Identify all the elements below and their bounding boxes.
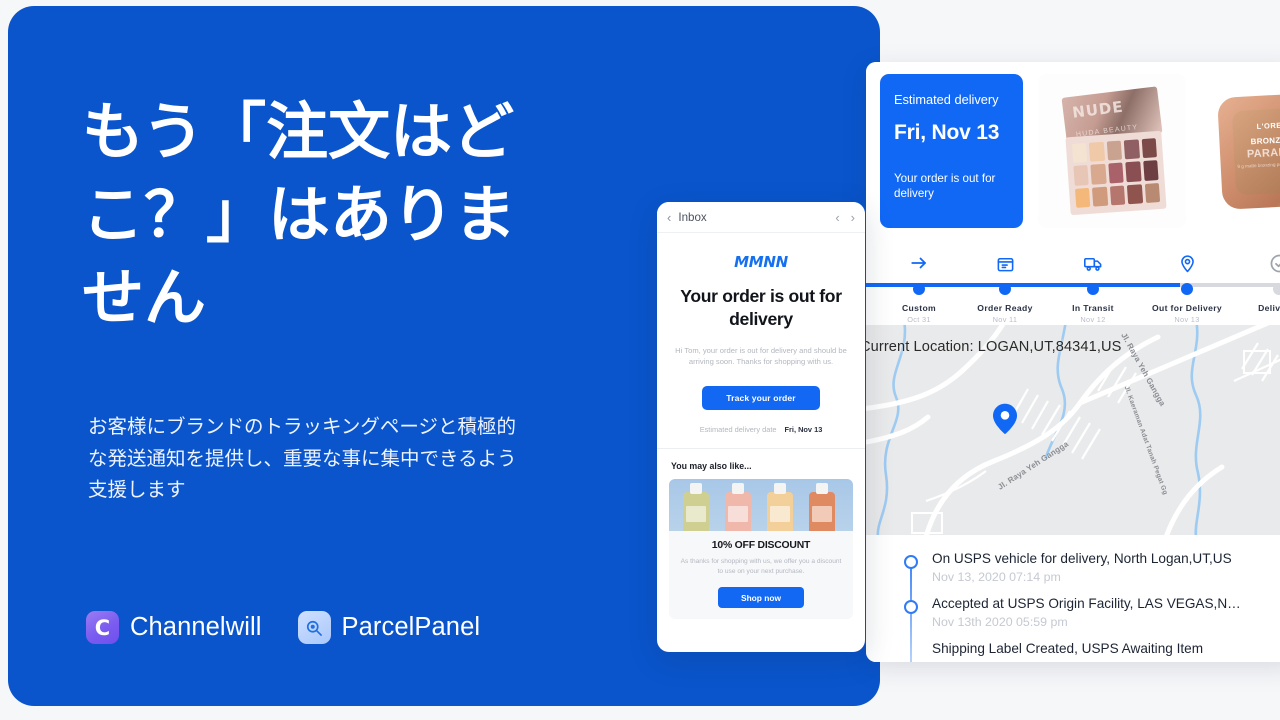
- step-dot: [1087, 283, 1099, 295]
- prev-icon[interactable]: ‹: [835, 210, 839, 225]
- track-your-order-button[interactable]: Track your order: [702, 386, 820, 411]
- tracking-header-row: Estimated delivery Fri, Nov 13 Your orde…: [866, 62, 1280, 235]
- email-preview-card: ‹ Inbox ‹ › MMNN Your order is out for d…: [657, 202, 865, 652]
- product-image-bronzer[interactable]: L'OREAL BRONZE TO PARADISE 9 g matte bro…: [1202, 74, 1280, 228]
- page-title: もう「注文はどこ？」はありません: [82, 98, 517, 334]
- shop-now-button[interactable]: Shop now: [718, 587, 804, 609]
- palette-pan-grid: [1065, 130, 1167, 216]
- event-time: Nov 13, 2020 07:14 pm: [932, 570, 1061, 584]
- list-item[interactable]: Shipping Label Created, USPS Awaiting It…: [866, 641, 1280, 656]
- bronzer-sub-text: BRONZE TO: [1250, 135, 1280, 147]
- email-body: MMNN Your order is out for delivery Hi T…: [657, 233, 865, 448]
- tracking-page-panel: Estimated delivery Fri, Nov 13 Your orde…: [866, 62, 1280, 662]
- brand-name-parcelpanel: ParcelPanel: [341, 613, 481, 641]
- promo-paragraph: As thanks for shopping with us, we offer…: [680, 558, 842, 576]
- estimated-delivery-note: Your order is out for delivery: [894, 171, 996, 201]
- estimated-delivery-date: Fri, Nov 13: [894, 120, 1000, 144]
- event-time: Nov 13th 2020 05:59 pm: [932, 615, 1068, 629]
- check-circle-icon: [1224, 251, 1280, 275]
- bronzer-detail-text: 9 g matte bronzing powder for the face: [1237, 160, 1280, 170]
- email-header: ‹ Inbox ‹ ›: [657, 202, 865, 233]
- estimated-delivery-label: Estimated delivery: [894, 92, 999, 107]
- email-nav: ‹ ›: [835, 210, 855, 225]
- event-title: On USPS vehicle for delivery, North Loga…: [932, 551, 1232, 566]
- brand-parcelpanel[interactable]: ParcelPanel: [297, 611, 481, 644]
- screenshot-root: もう「注文はどこ？」はありません お客様にブランドのトラッキングページと積極的な…: [0, 0, 1280, 720]
- event-dot-icon: [904, 600, 918, 614]
- back-icon[interactable]: ‹: [667, 210, 671, 225]
- email-heading: Your order is out for delivery: [680, 286, 842, 329]
- brand-channelwill[interactable]: C Channelwill: [86, 611, 262, 644]
- tracking-events-list: On USPS vehicle for delivery, North Loga…: [866, 535, 1280, 662]
- brand-name-channelwill: Channelwill: [130, 613, 262, 641]
- step-dot: [1273, 283, 1280, 295]
- event-title: Accepted at USPS Origin Facility, LAS VE…: [932, 596, 1241, 611]
- map-pin-icon: [992, 403, 1018, 440]
- email-edd-row: Estimated delivery date Fri, Nov 13: [671, 425, 851, 448]
- list-item[interactable]: On USPS vehicle for delivery, North Loga…: [866, 551, 1280, 584]
- palette-title-text: NUDE: [1071, 97, 1125, 122]
- tracking-progress-timeline: Custom Oct 31 Order Ready Nov 11 In Tran…: [866, 235, 1280, 325]
- email-brand-logo: MMNN: [734, 253, 788, 271]
- email-edd-value: Fri, Nov 13: [784, 425, 823, 435]
- step-label: Delivered: [1258, 303, 1280, 313]
- bronzer-brand-text: L'OREAL: [1256, 120, 1280, 131]
- estimated-delivery-card: Estimated delivery Fri, Nov 13 Your orde…: [880, 74, 1023, 228]
- promo-heading: 10% OFF DISCOUNT: [711, 540, 811, 552]
- current-location-label: Current Location: LOGAN,UT,84341,US: [866, 339, 1122, 355]
- promo-product-image: [669, 479, 853, 532]
- tracking-map[interactable]: Current Location: LOGAN,UT,84341,US Jl. …: [866, 325, 1280, 535]
- promo-body: 10% OFF DISCOUNT As thanks for shopping …: [669, 531, 853, 619]
- hero-subtitle: お客様にブランドのトラッキングページと積極的な発送通知を提供し、重要な事に集中で…: [88, 416, 517, 502]
- product-image-palette[interactable]: NUDE HUDA BEAUTY: [1038, 74, 1186, 228]
- event-title: Shipping Label Created, USPS Awaiting It…: [932, 641, 1204, 656]
- promo-card[interactable]: 10% OFF DISCOUNT As thanks for shopping …: [669, 479, 853, 620]
- email-edd-label: Estimated delivery date: [699, 425, 777, 435]
- channelwill-logo-icon: C: [86, 611, 119, 644]
- recommendations-title: You may also like...: [671, 461, 752, 472]
- step-dot: [913, 283, 925, 295]
- email-folder-title: Inbox: [678, 210, 707, 224]
- step-delivered[interactable]: Delivered: [1224, 251, 1280, 315]
- brand-logos: C Channelwill ParcelPanel: [86, 611, 480, 644]
- next-icon[interactable]: ›: [851, 210, 855, 225]
- list-item[interactable]: Accepted at USPS Origin Facility, LAS VE…: [866, 596, 1280, 629]
- email-paragraph: Hi Tom, your order is out for delivery a…: [675, 345, 847, 367]
- step-dot: [999, 283, 1011, 295]
- step-date: Nov 13: [1174, 315, 1200, 324]
- event-dot-icon: [904, 555, 918, 569]
- magnifier-logo-icon: [297, 611, 331, 644]
- map-graphics: [866, 325, 1280, 535]
- step-dot: [1181, 283, 1193, 295]
- bronzer-title-text: PARADISE: [1246, 145, 1280, 161]
